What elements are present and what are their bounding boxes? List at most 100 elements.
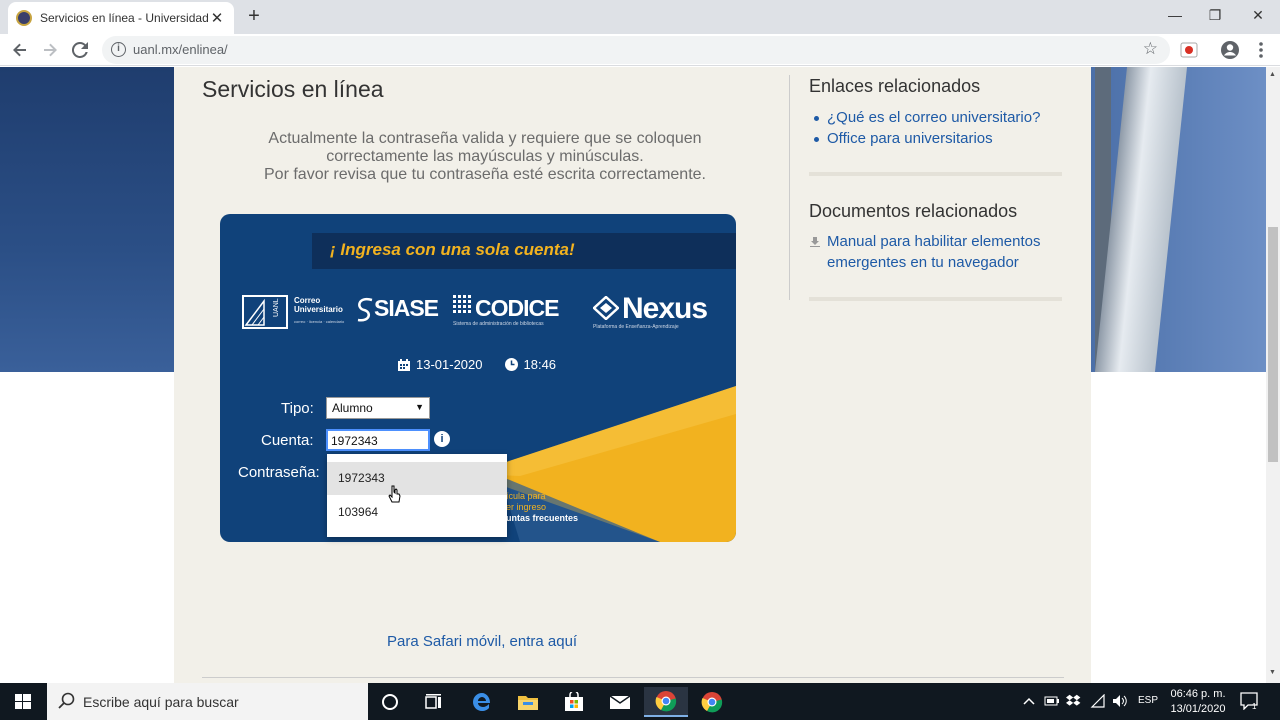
task-view-icon[interactable] xyxy=(412,687,456,717)
codice-grid-icon xyxy=(453,295,471,313)
chrome-taskbar-icon[interactable] xyxy=(690,687,734,717)
codice-logo-subtext: Sistema de administración de bibliotecas xyxy=(453,321,544,327)
password-label: Contraseña: xyxy=(238,464,320,481)
siase-logo-text: SIASE xyxy=(374,295,439,321)
notice-line-1: Actualmente la contraseña valida y requi… xyxy=(268,130,702,147)
windows-logo-icon xyxy=(15,694,31,709)
nexus-logo-text: Nexus xyxy=(622,292,708,325)
battery-icon[interactable] xyxy=(1044,695,1060,707)
scroll-up-icon[interactable]: ▲ xyxy=(1269,71,1276,78)
password-notice: Actualmente la contraseña valida y requi… xyxy=(224,130,746,184)
banner-text: ¡ Ingresa con una sola cuenta! xyxy=(330,240,575,259)
siase-swirl-icon xyxy=(357,297,373,322)
web-page: Servicios en línea Actualmente la contra… xyxy=(0,67,1266,683)
faq-link[interactable]: untas frecuentes xyxy=(506,513,578,524)
account-autocomplete-dropdown: 1972343 103964 xyxy=(327,454,507,537)
tipo-label: Tipo: xyxy=(281,400,314,417)
tipo-select[interactable]: Alumno ▼ xyxy=(326,397,430,419)
clock-date: 13/01/2020 xyxy=(1170,703,1226,715)
chrome-taskbar-icon-active[interactable] xyxy=(644,687,688,717)
autocomplete-option[interactable]: 1972343 xyxy=(327,462,507,495)
codice-logo[interactable]: CODICE Sistema de administración de bibl… xyxy=(453,292,578,332)
correo-universitario-logo[interactable]: UANL Correo Universitario correo · licen… xyxy=(242,292,352,332)
correo-info-link[interactable]: ¿Qué es el correo universitario? xyxy=(827,109,1040,126)
uanl-mark-text: UANL xyxy=(273,298,280,317)
date-time-display: 13-01-2020 18:46 xyxy=(398,357,556,372)
content-panel: Servicios en línea Actualmente la contra… xyxy=(174,67,1091,683)
cuenta-label: Cuenta: xyxy=(261,432,314,449)
maximize-button[interactable]: ❐ xyxy=(1200,4,1230,26)
cortana-icon[interactable] xyxy=(368,687,412,717)
site-info-icon[interactable]: i xyxy=(111,42,126,57)
sidebar-divider xyxy=(789,75,790,300)
browser-tab-bar: Servicios en línea - Universidad A ✕ + —… xyxy=(0,0,1280,34)
mouse-cursor-icon xyxy=(388,485,401,503)
footer-divider xyxy=(202,677,1064,678)
codice-logo-text: CODICE xyxy=(475,295,559,321)
dropbox-icon[interactable] xyxy=(1066,693,1082,709)
volume-icon[interactable] xyxy=(1112,694,1128,708)
search-icon xyxy=(58,692,75,709)
help-text: ícula para er ingreso untas frecuentes xyxy=(506,491,578,524)
bookmark-star-icon[interactable]: ☆ xyxy=(1143,39,1158,59)
office-link[interactable]: Office para universitarios xyxy=(827,130,993,147)
start-button[interactable] xyxy=(0,683,46,720)
tab-title: Servicios en línea - Universidad A xyxy=(40,11,208,25)
safari-mobile-link[interactable]: Para Safari móvil, entra aquí xyxy=(387,633,577,650)
tab-close-icon[interactable]: ✕ xyxy=(208,9,226,27)
taskbar-search-placeholder: Escribe aquí para buscar xyxy=(83,694,239,710)
extension-record-icon[interactable] xyxy=(1178,39,1200,61)
file-explorer-icon[interactable] xyxy=(506,687,550,717)
related-links-heading: Enlaces relacionados xyxy=(809,76,981,96)
autocomplete-option[interactable]: 103964 xyxy=(327,495,507,529)
profile-avatar-icon[interactable] xyxy=(1219,39,1241,61)
store-icon[interactable] xyxy=(552,687,596,717)
bullet-icon xyxy=(814,137,819,142)
nexus-logo[interactable]: Nexus Plataforma de Enseñanza-Aprendizaj… xyxy=(588,292,718,332)
help-line-2: er ingreso xyxy=(506,502,547,512)
forward-arrow-icon[interactable] xyxy=(38,38,62,62)
edge-browser-icon[interactable] xyxy=(460,687,504,717)
info-icon[interactable]: i xyxy=(434,431,450,447)
browser-toolbar: i uanl.mx/enlinea/ ☆ xyxy=(0,34,1280,66)
chrome-menu-icon[interactable] xyxy=(1250,39,1272,61)
minimize-button[interactable]: — xyxy=(1160,4,1190,26)
reload-icon[interactable] xyxy=(68,38,92,62)
nexus-logo-subtext: Plataforma de Enseñanza-Aprendizaje xyxy=(593,324,679,330)
date-text: 13-01-2020 xyxy=(416,357,483,372)
siase-logo[interactable]: SIASE xyxy=(356,292,448,332)
correo-logo-subtext: correo · licencia · calendario xyxy=(294,319,345,324)
window-close-button[interactable]: ✕ xyxy=(1243,4,1273,26)
cuenta-input[interactable]: 1972343 xyxy=(326,429,430,451)
language-indicator[interactable]: ESP xyxy=(1138,695,1158,706)
clock-time: 06:46 p. m. xyxy=(1170,688,1226,700)
background-photo-right xyxy=(1091,67,1266,372)
background-photo-left xyxy=(0,67,174,372)
uanl-favicon-icon xyxy=(16,10,32,26)
notification-center-icon[interactable]: 1 xyxy=(1240,692,1260,711)
help-line-1: ícula para xyxy=(506,491,546,501)
clock-icon xyxy=(504,358,518,371)
taskbar-clock[interactable]: 06:46 p. m. 13/01/2020 xyxy=(1162,687,1234,717)
section-rule xyxy=(809,172,1062,176)
address-bar[interactable]: i uanl.mx/enlinea/ ☆ xyxy=(102,36,1170,64)
mail-icon[interactable] xyxy=(598,687,642,717)
show-hidden-icons-chevron-icon[interactable] xyxy=(1022,695,1036,707)
time-text: 18:46 xyxy=(523,357,557,372)
scrollbar-thumb[interactable] xyxy=(1268,227,1278,462)
page-title: Servicios en línea xyxy=(202,76,384,102)
page-scrollbar[interactable]: ▲ ▼ xyxy=(1266,67,1280,683)
notification-count: 1 xyxy=(1252,702,1257,710)
wifi-icon[interactable] xyxy=(1090,694,1106,708)
manual-link-line-2[interactable]: emergentes en tu navegador xyxy=(827,254,1019,271)
back-arrow-icon[interactable] xyxy=(8,38,32,62)
notice-line-2: correctamente las mayúsculas y minúscula… xyxy=(326,148,644,165)
new-tab-button[interactable]: + xyxy=(243,6,265,28)
dropdown-arrow-icon: ▼ xyxy=(415,402,424,412)
correo-logo-text: Correo Universitario xyxy=(294,296,343,314)
taskbar-search-box[interactable]: Escribe aquí para buscar xyxy=(47,683,368,720)
browser-tab[interactable]: Servicios en línea - Universidad A ✕ xyxy=(8,2,234,34)
manual-link-line-1[interactable]: Manual para habilitar elementos xyxy=(827,233,1040,250)
notice-line-3: Por favor revisa que tu contraseña esté … xyxy=(264,166,706,183)
scroll-down-icon[interactable]: ▼ xyxy=(1269,669,1276,676)
